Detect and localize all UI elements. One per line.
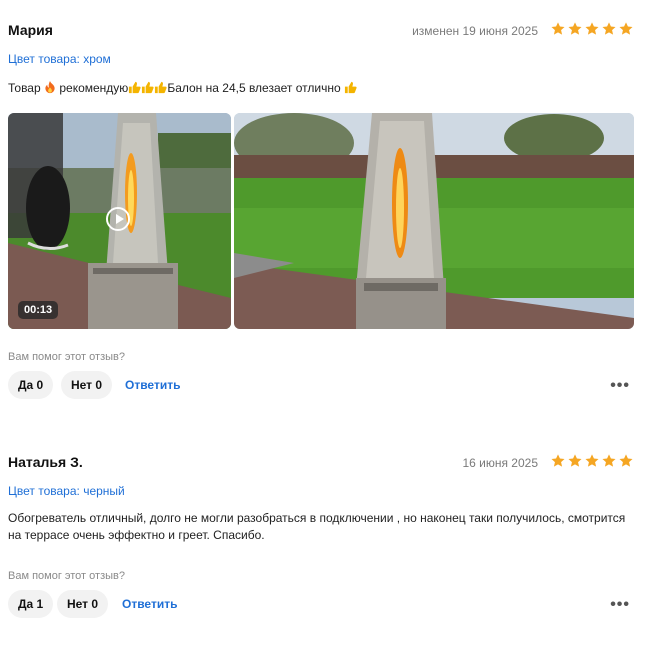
review-photo-image [234, 113, 634, 329]
helpful-yes-button[interactable]: Да 0 [8, 371, 54, 399]
thumbs-up-emoji [129, 81, 141, 94]
star-icon [551, 22, 565, 35]
review-video-thumbnail[interactable]: 00:13 [8, 113, 231, 329]
star-icon [602, 454, 616, 467]
product-color: Цвет товара: хром [8, 52, 111, 66]
review-text-part: Балон на 24,5 влезает отлично [167, 81, 341, 95]
helpful-prompt: Вам помог этот отзыв? [8, 351, 125, 363]
helpful-no-button[interactable]: Нет 0 [57, 590, 109, 618]
reply-button[interactable]: Ответить [125, 378, 180, 392]
helpful-prompt: Вам помог этот отзыв? [8, 570, 125, 582]
review-date: 16 июня 2025 [462, 456, 538, 470]
review-text-part: рекомендую [59, 81, 129, 95]
review-card: Наталья З. 16 июня 2025 Цвет товара: чер… [8, 450, 634, 618]
star-icon [551, 454, 565, 467]
more-dots-icon[interactable]: ••• [610, 377, 630, 395]
star-icon [568, 22, 582, 35]
review-text: Товар рекомендую Балон на 24,5 влезает от… [8, 80, 634, 97]
review-actions: Да 0 Нет 0 Ответить ••• [8, 371, 634, 399]
thumbs-up-emoji [155, 81, 167, 94]
review-photo[interactable] [234, 113, 634, 329]
fire-emoji [45, 81, 55, 94]
star-icon [585, 22, 599, 35]
review-header: Наталья З. 16 июня 2025 [8, 450, 634, 476]
review-card: Мария изменен 19 июня 2025 Цвет товара: … [8, 18, 634, 399]
helpful-yes-button[interactable]: Да 1 [8, 590, 54, 618]
helpful-no-button[interactable]: Нет 0 [61, 371, 113, 399]
review-text: Обогреватель отличный, долго не могли ра… [8, 511, 626, 542]
review-text-part: Товар [8, 81, 41, 95]
video-duration: 00:13 [18, 301, 59, 319]
reply-button[interactable]: Ответить [122, 597, 177, 611]
star-icon [619, 454, 633, 467]
review-author: Наталья З. [8, 454, 83, 470]
rating-stars [550, 21, 634, 37]
review-actions: Да 1 Нет 0 Ответить ••• [8, 590, 634, 618]
star-icon [568, 454, 582, 467]
thumbs-up-emoji [344, 81, 357, 94]
star-icon [602, 22, 616, 35]
product-color: Цвет товара: черный [8, 484, 125, 498]
review-header: Мария изменен 19 июня 2025 [8, 18, 634, 44]
thumbs-up-emoji [142, 81, 154, 94]
review-author: Мария [8, 22, 53, 38]
star-icon [619, 22, 633, 35]
review-date: изменен 19 июня 2025 [412, 24, 538, 38]
rating-stars [550, 453, 634, 469]
more-dots-icon[interactable]: ••• [610, 596, 630, 614]
play-icon[interactable] [106, 207, 130, 231]
star-icon [585, 454, 599, 467]
review-media: 00:13 [8, 113, 634, 329]
